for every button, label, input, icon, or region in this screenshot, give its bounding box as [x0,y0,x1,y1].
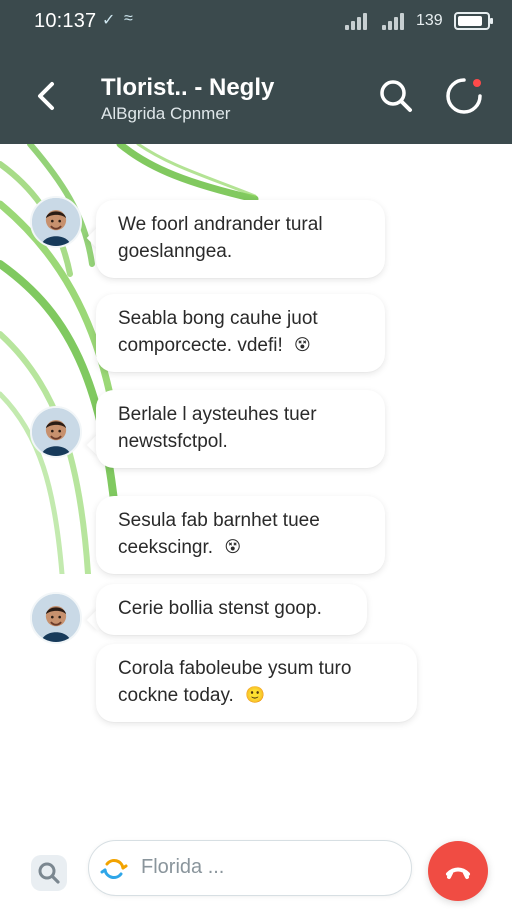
battery-level-fill [458,16,482,26]
avatar [30,196,82,248]
message-text: ceekscingr. [118,536,214,558]
end-call-button[interactable] [428,841,488,901]
message-text: cockne today. [118,684,234,706]
signal-icon-2 [382,12,410,30]
sync-icon [100,859,128,879]
message-bubble: Cerie bollia stenst goop. [96,584,367,635]
message-bubble: Sesula fab barnhet tuee ceekscingr. 😵 [96,496,385,574]
person-avatar-icon [32,408,80,456]
message-text-line: newstsfctpol. [118,430,228,452]
message-text-line: goeslanngea. [118,240,233,262]
signal-icon-1 [345,12,373,30]
chat-area: We foorl andrander tural goeslanngea. Se… [0,144,512,824]
header: 10:137 ✓ ≈ 139 Tlorist.. - Negly AlBgrid… [0,0,512,144]
person-avatar-icon [32,198,80,246]
message-text-line: comporcecte. vdefi! 😵 [118,333,363,360]
message-text-line: ceekscingr. 😵 [118,535,363,562]
search-icon [380,80,412,112]
message-text-line: Cerie bollia stenst goop. [118,598,322,619]
message-bubble: Berlale l aysteuhes tuer newstsfctpol. [96,390,385,468]
message-text-line: Berlale l aysteuhes tuer [118,404,317,425]
status-icon-b: ≈ [124,10,133,27]
search-button[interactable] [374,74,418,118]
message-bubble: We foorl andrander tural goeslanngea. [96,200,385,278]
message-input-placeholder: Florida ... [141,856,225,878]
composer-search-button[interactable] [31,855,67,891]
phone-hangup-icon [446,867,470,879]
battery-percent: 139 [416,12,443,29]
emoji: 🙂 [245,686,266,704]
avatar [30,592,82,644]
chat-title: Tlorist.. - Negly [101,74,275,101]
message-text: comporcecte. vdefi! [118,334,283,356]
message-text-line: Sesula fab barnhet tuee [118,510,320,531]
message-text-line: Corola faboleube ysum turo [118,658,352,679]
app-bar: Tlorist.. - Negly AlBgrida Cpnmer [0,52,512,144]
status-time: 10:137 [34,10,97,32]
back-button[interactable] [30,74,64,118]
message-bubble: Corola faboleube ysum turo cockne today.… [96,644,417,722]
message-text-line: Seabla bong cauhe juot [118,308,318,329]
chat-subtitle: AlBgrida Cpnmer [101,104,231,123]
emoji: 😵 [224,538,242,556]
message-text-line: cockne today. 🙂 [118,683,395,710]
emoji: 😵 [294,336,311,354]
search-icon [38,862,60,884]
back-chevron-icon [38,82,54,110]
status-bar: 10:137 ✓ ≈ 139 [0,0,512,40]
status-ring-button[interactable] [442,74,486,118]
status-icon-a: ✓ [102,12,116,29]
avatar [30,406,82,458]
message-bubble: Seabla bong cauhe juot comporcecte. vdef… [96,294,385,372]
composer-bar: Florida ... [0,824,512,910]
ring-status-icon [446,78,482,114]
message-text-line: We foorl andrander tural [118,214,323,235]
person-avatar-icon [32,594,80,642]
message-input[interactable]: Florida ... [88,840,412,896]
battery-icon [454,12,493,30]
